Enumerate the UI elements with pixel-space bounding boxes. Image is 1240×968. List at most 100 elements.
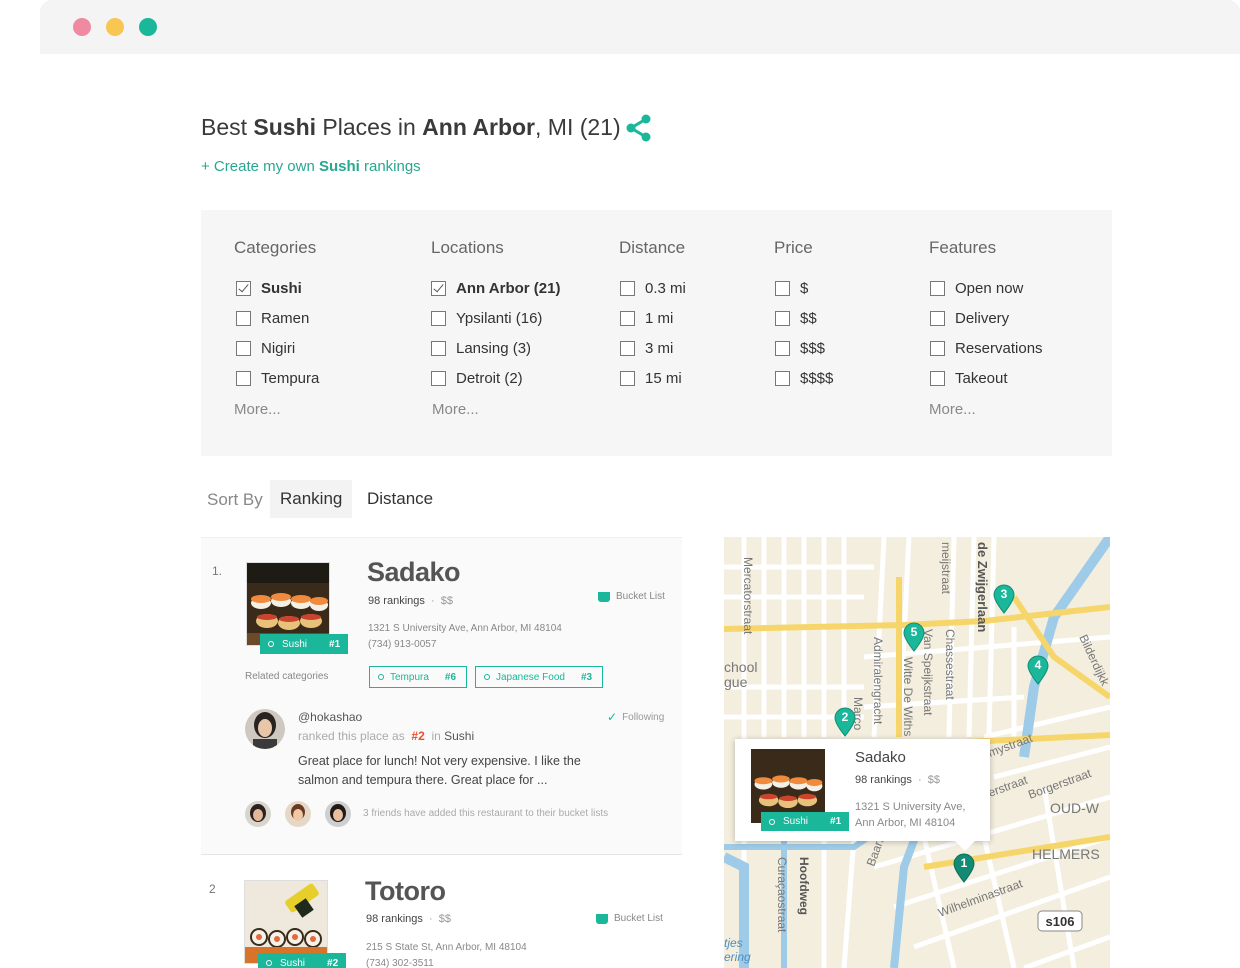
marker-number: 4: [1034, 658, 1042, 672]
checkbox[interactable]: [930, 311, 945, 326]
features-more-link[interactable]: More...: [929, 401, 976, 418]
popup-restaurant-name[interactable]: Sadako: [855, 749, 906, 766]
restaurant-name[interactable]: Sadako: [367, 557, 461, 588]
filter-ramen[interactable]: Ramen: [236, 310, 309, 327]
checkbox[interactable]: [431, 341, 446, 356]
checkbox[interactable]: [236, 371, 251, 386]
filter-label: Open now: [955, 280, 1024, 297]
share-icon[interactable]: [625, 114, 653, 142]
filter-tempura[interactable]: Tempura: [236, 370, 319, 387]
create-prefix: + Create my own: [201, 158, 319, 175]
checkbox-checked[interactable]: [236, 281, 251, 296]
checkbox[interactable]: [775, 341, 790, 356]
filter-distance-0-3[interactable]: 0.3 mi: [620, 280, 686, 297]
filter-sushi[interactable]: Sushi: [236, 280, 302, 297]
checkbox[interactable]: [620, 371, 635, 386]
street-label: HELMERS: [1032, 846, 1100, 862]
friend-avatar[interactable]: [245, 801, 271, 827]
address-line: 1321 S University Ave, Ann Arbor, MI 481…: [368, 623, 562, 634]
categories-more-link[interactable]: More...: [234, 401, 281, 418]
filter-price-4[interactable]: $$$$: [775, 370, 833, 387]
category-rank-tag[interactable]: Sushi #1: [260, 634, 349, 654]
filter-nigiri[interactable]: Nigiri: [236, 340, 295, 357]
chip-circle-icon: [484, 674, 490, 680]
friend-avatar[interactable]: [285, 801, 311, 827]
map-popup[interactable]: Sushi #1 Sadako 98 rankings · $$ 1321 S U…: [735, 739, 990, 851]
bucket-list-button[interactable]: Bucket List: [596, 913, 663, 924]
sort-tab-distance[interactable]: Distance: [357, 480, 443, 518]
map-marker-2[interactable]: 2: [834, 707, 856, 737]
checkbox[interactable]: [930, 371, 945, 386]
features-heading: Features: [929, 238, 997, 257]
chip-rank: #3: [580, 671, 593, 683]
filter-reservations[interactable]: Reservations: [930, 340, 1043, 357]
restaurant-name[interactable]: Totoro: [365, 876, 446, 907]
checkbox[interactable]: [236, 341, 251, 356]
checkbox[interactable]: [775, 311, 790, 326]
restaurant-photo[interactable]: [244, 880, 328, 964]
checkbox[interactable]: [431, 311, 446, 326]
map-marker-5[interactable]: 5: [903, 622, 925, 652]
checkbox[interactable]: [775, 371, 790, 386]
filter-distance-1[interactable]: 1 mi: [620, 310, 673, 327]
map-marker-4[interactable]: 4: [1027, 655, 1049, 685]
chip-label: Japanese Food: [496, 671, 565, 683]
filter-price-1[interactable]: $: [775, 280, 808, 297]
filter-delivery[interactable]: Delivery: [930, 310, 1009, 327]
filter-price-2[interactable]: $$: [775, 310, 817, 327]
related-chip-japanese-food[interactable]: Japanese Food #3: [475, 666, 604, 688]
close-window-button[interactable]: [73, 18, 91, 36]
filter-ann-arbor[interactable]: Ann Arbor (21): [431, 280, 560, 297]
checkbox[interactable]: [930, 341, 945, 356]
sort-tab-ranking[interactable]: Ranking: [270, 480, 353, 518]
filter-ypsilanti[interactable]: Ypsilanti (16): [431, 310, 542, 327]
category-rank-tag[interactable]: Sushi #1: [761, 812, 850, 831]
filter-label: Reservations: [955, 340, 1043, 357]
filter-takeout[interactable]: Takeout: [930, 370, 1008, 387]
restaurant-address: 1321 S University Ave, Ann Arbor, MI 481…: [368, 621, 562, 653]
zoom-window-button[interactable]: [139, 18, 157, 36]
bucket-icon: [596, 913, 608, 924]
checkbox[interactable]: [431, 371, 446, 386]
map-view[interactable]: Mercatorstraat meijstraat de Zwijgerlaan…: [724, 537, 1110, 968]
checkbox[interactable]: [620, 311, 635, 326]
highway-shield: s106: [1037, 910, 1083, 932]
filter-lansing[interactable]: Lansing (3): [431, 340, 531, 357]
filter-price-3[interactable]: $$$: [775, 340, 825, 357]
following-button[interactable]: ✓ Following: [607, 710, 664, 724]
bucket-list-label: Bucket List: [616, 591, 665, 602]
category-rank-tag[interactable]: Sushi #2: [258, 953, 347, 968]
avatar[interactable]: [245, 709, 285, 749]
map-marker-3[interactable]: 3: [993, 584, 1015, 614]
listing-card[interactable]: 1. Sushi #1 Sadako 98 rankings · $$ Bucke…: [201, 537, 682, 855]
checkbox[interactable]: [236, 311, 251, 326]
address-line: 215 S State St, Ann Arbor, MI 48104: [366, 942, 527, 953]
filter-label: Tempura: [261, 370, 320, 387]
user-avatar-image: [245, 709, 285, 749]
checkbox-checked[interactable]: [431, 281, 446, 296]
checkbox[interactable]: [775, 281, 790, 296]
bucket-list-button[interactable]: Bucket List: [598, 591, 665, 602]
checkbox[interactable]: [930, 281, 945, 296]
checkbox[interactable]: [620, 341, 635, 356]
related-chip-tempura[interactable]: Tempura #6: [369, 666, 468, 688]
rankings-count: 98 rankings: [366, 913, 423, 925]
filter-label: Nigiri: [261, 340, 296, 357]
filter-open-now[interactable]: Open now: [930, 280, 1023, 297]
friend-avatar-image: [285, 801, 311, 827]
filter-detroit[interactable]: Detroit (2): [431, 370, 523, 387]
chip-label: Tempura: [390, 671, 429, 683]
filter-label: 3 mi: [645, 340, 674, 357]
title-mid: Places in: [316, 114, 423, 140]
create-rankings-link[interactable]: + Create my own Sushi rankings: [201, 158, 421, 175]
friend-avatar[interactable]: [325, 801, 351, 827]
title-category: Sushi: [253, 114, 317, 140]
minimize-window-button[interactable]: [106, 18, 124, 36]
title-suffix: , MI (21): [535, 114, 621, 140]
filter-distance-3[interactable]: 3 mi: [620, 340, 673, 357]
locations-more-link[interactable]: More...: [432, 401, 479, 418]
map-marker-1[interactable]: 1: [953, 853, 975, 883]
filter-distance-15[interactable]: 15 mi: [620, 370, 682, 387]
review-user-handle[interactable]: @hokashao: [298, 710, 362, 724]
checkbox[interactable]: [620, 281, 635, 296]
